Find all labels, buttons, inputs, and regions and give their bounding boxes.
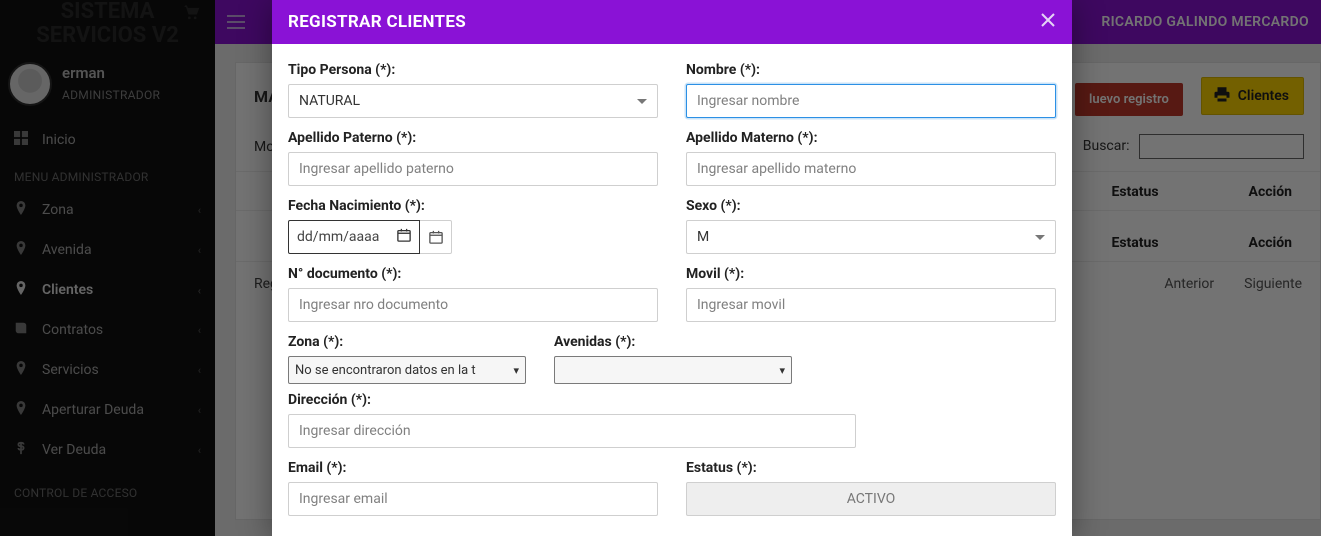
label-estatus: Estatus (*):	[686, 460, 1056, 476]
field-tipo-persona: Tipo Persona (*): NATURAL	[288, 62, 658, 118]
label-ap-materno: Apellido Materno (*):	[686, 130, 1056, 146]
label-fecha-nacimiento: Fecha Nacimiento (*):	[288, 198, 658, 214]
field-fecha-nacimiento: Fecha Nacimiento (*): dd/mm/aaaa	[288, 198, 658, 254]
field-zona-avenidas-row: Zona (*): No se encontraron datos en la …	[288, 334, 1056, 448]
field-ap-paterno: Apellido Paterno (*):	[288, 130, 658, 186]
label-ap-paterno: Apellido Paterno (*):	[288, 130, 658, 146]
input-direccion[interactable]	[288, 414, 856, 448]
modal-registrar-clientes: REGISTRAR CLIENTES Tipo Persona (*): NAT…	[272, 0, 1072, 536]
field-nombre: Nombre (*):	[686, 62, 1056, 118]
modal-header: REGISTRAR CLIENTES	[272, 0, 1072, 44]
input-fecha-nacimiento[interactable]: dd/mm/aaaa	[288, 220, 420, 254]
caret-down-icon	[1035, 235, 1045, 240]
field-ap-materno: Apellido Materno (*):	[686, 130, 1056, 186]
caret-down-icon: ▾	[513, 364, 519, 377]
field-movil: Movil (*):	[686, 266, 1056, 322]
input-nombre[interactable]	[686, 84, 1056, 118]
label-email: Email (*):	[288, 460, 658, 476]
input-ap-paterno[interactable]	[288, 152, 658, 186]
select-tipo-persona[interactable]: NATURAL	[288, 84, 658, 118]
input-ap-materno[interactable]	[686, 152, 1056, 186]
select-sexo[interactable]: M	[686, 220, 1056, 254]
field-ndoc: N° documento (*):	[288, 266, 658, 322]
label-tipo-persona: Tipo Persona (*):	[288, 62, 658, 78]
field-estatus: Estatus (*): ACTIVO	[686, 460, 1056, 516]
field-sexo: Sexo (*): M	[686, 198, 1056, 254]
select-avenidas[interactable]: ▾	[554, 356, 792, 384]
label-ndoc: N° documento (*):	[288, 266, 658, 282]
close-icon[interactable]	[1040, 12, 1056, 33]
select-zona[interactable]: No se encontraron datos en la t ▾	[288, 356, 526, 384]
input-movil[interactable]	[686, 288, 1056, 322]
caret-down-icon	[637, 99, 647, 104]
input-email[interactable]	[288, 482, 658, 516]
label-zona: Zona (*):	[288, 334, 526, 350]
field-email: Email (*):	[288, 460, 658, 516]
input-ndoc[interactable]	[288, 288, 658, 322]
label-direccion: Dirección (*):	[288, 392, 856, 408]
modal-body: Tipo Persona (*): NATURAL Nombre (*): Ap…	[272, 44, 1072, 516]
input-estatus: ACTIVO	[686, 482, 1056, 516]
label-sexo: Sexo (*):	[686, 198, 1056, 214]
label-avenidas: Avenidas (*):	[554, 334, 792, 350]
modal-title: REGISTRAR CLIENTES	[288, 12, 466, 32]
label-nombre: Nombre (*):	[686, 62, 1056, 78]
label-movil: Movil (*):	[686, 266, 1056, 282]
calendar-button[interactable]	[420, 220, 452, 254]
calendar-inline-icon	[397, 228, 411, 246]
caret-down-icon: ▾	[779, 364, 785, 377]
